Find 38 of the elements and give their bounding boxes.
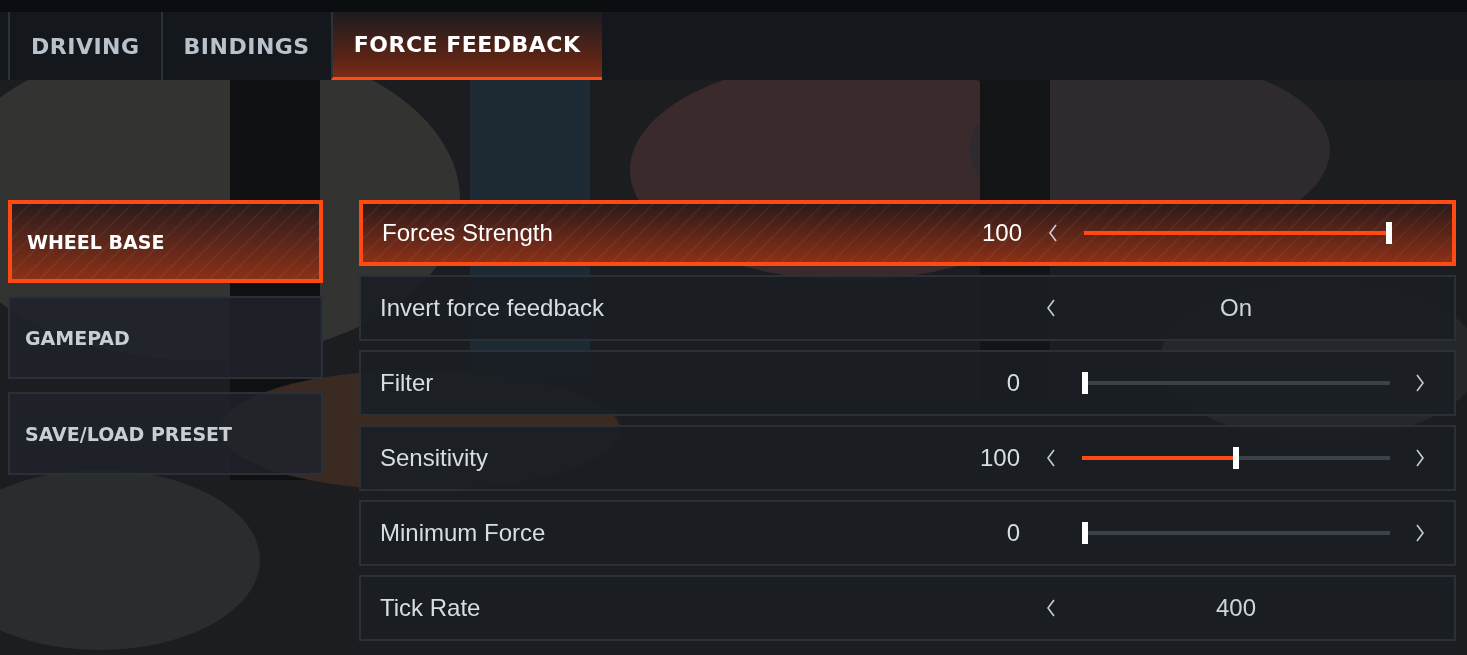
option-value: 400 bbox=[1214, 594, 1257, 622]
setting-label: Filter bbox=[379, 369, 435, 397]
chevron-left-icon[interactable] bbox=[1046, 299, 1056, 317]
setting-value: 100 bbox=[978, 444, 1020, 472]
setting-row[interactable]: Forces Strength 100 bbox=[359, 200, 1456, 266]
slider[interactable] bbox=[1084, 222, 1392, 244]
slider[interactable] bbox=[1082, 372, 1390, 394]
setting-label: Sensitivity bbox=[379, 444, 490, 472]
option-value: On bbox=[1219, 294, 1253, 322]
chevron-right-icon[interactable] bbox=[1415, 524, 1425, 542]
tab[interactable]: DRIVING bbox=[8, 12, 161, 80]
chevron-left-icon[interactable] bbox=[1048, 224, 1058, 242]
tab[interactable]: FORCE FEEDBACK bbox=[330, 12, 602, 80]
setting-label: Invert force feedback bbox=[379, 294, 606, 322]
setting-row[interactable]: Tick Rate 400 bbox=[359, 575, 1456, 641]
chevron-left-icon[interactable] bbox=[1046, 449, 1056, 467]
setting-row[interactable]: Filter 0 bbox=[359, 350, 1456, 416]
setting-value: 0 bbox=[1005, 519, 1020, 547]
chevron-right-icon[interactable] bbox=[1415, 374, 1425, 392]
chevron-left-icon[interactable] bbox=[1046, 599, 1056, 617]
setting-row[interactable]: Sensitivity 100 bbox=[359, 425, 1456, 491]
slider-thumb[interactable] bbox=[1233, 447, 1239, 469]
setting-row[interactable]: Minimum Force 0 bbox=[359, 500, 1456, 566]
sidebar-item[interactable]: WHEEL BASE bbox=[8, 200, 323, 283]
sidebar-item[interactable]: GAMEPAD bbox=[8, 296, 323, 379]
chevron-right-icon[interactable] bbox=[1415, 449, 1425, 467]
slider-thumb[interactable] bbox=[1082, 522, 1088, 544]
setting-label: Forces Strength bbox=[381, 219, 554, 247]
slider-thumb[interactable] bbox=[1386, 222, 1392, 244]
setting-label: Tick Rate bbox=[379, 594, 482, 622]
slider[interactable] bbox=[1082, 522, 1390, 544]
sidebar-item[interactable]: SAVE/LOAD PRESET bbox=[8, 392, 323, 475]
setting-value: 0 bbox=[1005, 369, 1020, 397]
slider[interactable] bbox=[1082, 447, 1390, 469]
setting-row[interactable]: Invert force feedback On bbox=[359, 275, 1456, 341]
setting-value: 100 bbox=[980, 219, 1022, 247]
setting-label: Minimum Force bbox=[379, 519, 547, 547]
slider-thumb[interactable] bbox=[1082, 372, 1088, 394]
